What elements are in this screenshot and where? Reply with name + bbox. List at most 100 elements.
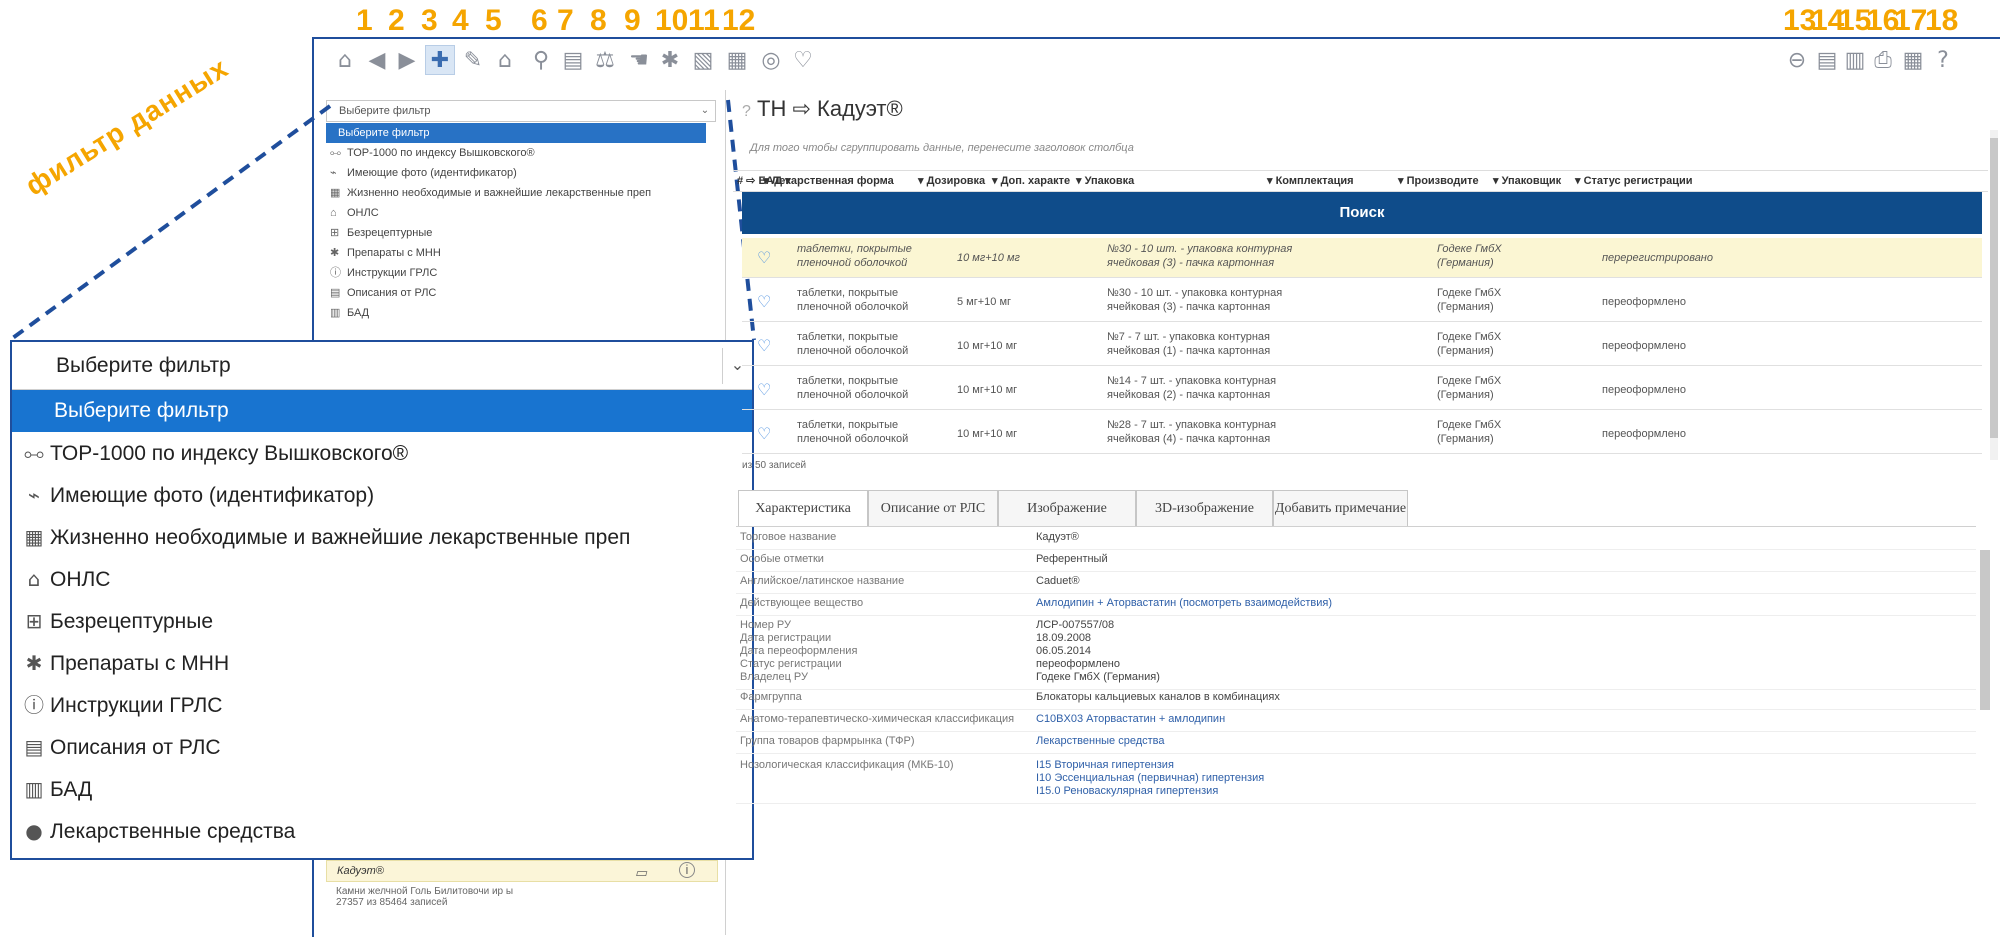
minus-circle-icon[interactable]: ⊖ xyxy=(1782,45,1812,75)
search-tool-icon[interactable]: ⚲ xyxy=(526,45,556,75)
filter-option[interactable]: ▥ БАД xyxy=(12,768,752,810)
table-row[interactable]: ♡ таблетки, покрытые пленочной оболочкой 5 … xyxy=(742,282,1982,322)
heart-icon[interactable]: ♡ xyxy=(788,45,818,75)
column-header[interactable]: ▾ Упаковка xyxy=(1076,174,1134,187)
detail-key: Нозологическая классификация (МКБ-10) xyxy=(740,759,954,772)
detail-value[interactable]: Лекарственные средства xyxy=(1036,735,1165,748)
pills-icon[interactable]: ✚ xyxy=(425,45,455,75)
disc-icon[interactable]: ◎ xyxy=(756,45,786,75)
breadcrumb-section[interactable]: ТН xyxy=(757,96,786,121)
detail-value[interactable]: I15 Вторичная гипертензия I10 Эссенциальн… xyxy=(1036,759,1264,798)
heart-icon[interactable]: ♡ xyxy=(757,292,771,311)
filter-option[interactable]: ⊞ Безрецептурные xyxy=(326,223,706,243)
print-icon[interactable]: ⎙ xyxy=(1868,45,1898,75)
cell-text: переоформлено xyxy=(1602,428,1687,440)
cell-text: 10 мг+10 мг xyxy=(957,428,1018,440)
column-header[interactable]: ▾ Производите xyxy=(1398,174,1479,187)
help-icon[interactable]: ? xyxy=(1928,45,1958,75)
filter-option-label: Имеющие фото (идентификатор) xyxy=(50,484,375,507)
filter-option[interactable]: ▥ БАД xyxy=(326,303,706,323)
tab-4[interactable]: Добавить примечание xyxy=(1273,490,1408,526)
back-icon[interactable]: ◀ xyxy=(362,45,392,75)
forward-icon[interactable]: ▶ xyxy=(392,45,422,75)
search-row[interactable]: Поиск xyxy=(742,192,1982,234)
detail-key: Английское/латинское название xyxy=(740,575,904,588)
detail-value-text: I15 Вторичная гипертензия xyxy=(1036,759,1174,771)
table-cell: Годеке ГмбХ (Германия) xyxy=(1437,330,1501,358)
filter-option[interactable]: ▤ Описания от РЛС xyxy=(12,726,752,768)
filter-option[interactable]: ⌁ Имеющие фото (идентификатор) xyxy=(12,474,752,516)
filter-option-label: Имеющие фото (идентификатор) xyxy=(347,167,517,179)
detail-key: Особые отметки xyxy=(740,553,824,566)
tab-3[interactable]: 3D-изображение xyxy=(1136,490,1273,526)
column-header[interactable]: ▾ Доп. характе xyxy=(992,174,1070,187)
tab-0[interactable]: Характеристика xyxy=(738,490,868,526)
report-icon[interactable]: ▤ xyxy=(1812,45,1842,75)
report-edit-icon[interactable]: ▥ xyxy=(1840,45,1870,75)
column-header[interactable]: ▾ Статус регистрации xyxy=(1575,174,1693,187)
detail-key-text: Дата регистрации xyxy=(740,632,832,644)
vertical-scrollbar[interactable] xyxy=(1990,130,1998,460)
filter-option-icon: ⊞ xyxy=(25,609,43,633)
filter-select[interactable]: Выберите фильтр ⌄ xyxy=(326,100,716,122)
detail-value[interactable]: Амлодипин + Аторвастатин (посмотреть вза… xyxy=(1036,597,1332,610)
chat-icon[interactable]: ✎ xyxy=(458,45,488,75)
cell-text: Годеке ГмбХ xyxy=(1437,419,1502,431)
filter-option[interactable]: ⧟ ТОР-1000 по индексу Вышковского® xyxy=(326,143,706,163)
filter-option-label: ТОР-1000 по индексу Вышковского® xyxy=(347,147,535,159)
filter-option[interactable]: ● Лекарственные средства xyxy=(12,810,752,852)
table-row[interactable]: ♡ таблетки, покрытые пленочной оболочкой 10… xyxy=(742,414,1982,454)
filter-option[interactable]: ⓘ Инструкции ГРЛС xyxy=(12,684,752,726)
filter-option[interactable]: ⓘ Инструкции ГРЛС xyxy=(326,263,706,283)
column-header[interactable]: ▾ Лекарственная форма xyxy=(763,174,894,187)
scales-icon[interactable]: ⚖ xyxy=(590,45,620,75)
filter-option[interactable]: ⧟ ТОР-1000 по индексу Вышковского® xyxy=(12,432,752,474)
filter-option[interactable]: ⌂ ОНЛС xyxy=(12,558,752,600)
filter-option[interactable]: ▤ Описания от РЛС xyxy=(326,283,706,303)
filter-option[interactable]: Выберите фильтр xyxy=(12,390,752,432)
detail-value[interactable]: C10BX03 Аторвастатин + амлодипин xyxy=(1036,713,1225,726)
heart-icon[interactable]: ♡ xyxy=(757,424,771,443)
scrollbar-thumb[interactable] xyxy=(1980,550,1990,710)
filter-option[interactable]: ⊞ Безрецептурные xyxy=(12,600,752,642)
detail-key-text: Анатомо-терапевтическо-химическая класси… xyxy=(740,713,1015,725)
filter-option[interactable]: ⌂ ОНЛС xyxy=(326,203,706,223)
tab-2[interactable]: Изображение xyxy=(998,490,1136,526)
filter-option[interactable]: ⌁ Имеющие фото (идентификатор) xyxy=(326,163,706,183)
table-row[interactable]: ♡ таблетки, покрытые пленочной оболочкой 10… xyxy=(742,370,1982,410)
pharmacy-icon[interactable]: ⌂ xyxy=(490,45,520,75)
table-cell: таблетки, покрытые пленочной оболочкой xyxy=(797,330,908,358)
heart-icon[interactable]: ♡ xyxy=(757,336,771,355)
cash-register-icon[interactable]: ▦ xyxy=(722,45,752,75)
filter-option[interactable]: Выберите фильтр xyxy=(326,123,706,143)
filter-option[interactable]: ✱ Препараты с МНН xyxy=(326,243,706,263)
filter-option[interactable]: ▦ Жизненно необходимые и важнейшие лекарс… xyxy=(326,183,706,203)
info-icon[interactable]: i xyxy=(679,862,695,878)
filter-option-label: ОНЛС xyxy=(50,568,111,591)
filter-select-large[interactable]: Выберите фильтр ⌄ xyxy=(12,342,752,390)
heart-icon[interactable]: ♡ xyxy=(757,248,771,267)
detail-scrollbar[interactable] xyxy=(1980,530,1990,760)
column-header[interactable]: ▾ Комплектация xyxy=(1267,174,1354,187)
help-icon[interactable]: ? xyxy=(742,103,751,120)
barcode-icon[interactable]: ▤ xyxy=(558,45,588,75)
chevron-down-icon[interactable]: ⌄ xyxy=(697,103,713,119)
filter-option[interactable]: ▦ Жизненно необходимые и важнейшие лекарс… xyxy=(12,516,752,558)
document-icon[interactable]: ▧ xyxy=(688,45,718,75)
column-header[interactable]: ▾ Дозировка xyxy=(918,174,985,187)
table-row[interactable]: ♡ таблетки, покрытые пленочной оболочкой 10… xyxy=(742,238,1982,278)
hand-icon[interactable]: ☚ xyxy=(624,45,654,75)
table-row[interactable]: ♡ таблетки, покрытые пленочной оболочкой 10… xyxy=(742,326,1982,366)
heart-icon[interactable]: ♡ xyxy=(757,380,771,399)
network-icon[interactable]: ✱ xyxy=(655,45,685,75)
calculator-icon[interactable]: ▦ xyxy=(1898,45,1928,75)
home-icon[interactable]: ⌂ xyxy=(330,45,360,75)
scrollbar-thumb[interactable] xyxy=(1990,138,1998,438)
list-item[interactable]: Кадуэт® ▭ i xyxy=(326,860,718,882)
filter-option[interactable]: ✱ Препараты с МНН xyxy=(12,642,752,684)
tab-1[interactable]: Описание от РЛС xyxy=(868,490,998,526)
detail-value-text: Caduet® xyxy=(1036,575,1080,587)
document-icon[interactable]: ▭ xyxy=(635,863,647,883)
table-cell: Годеке ГмбХ (Германия) xyxy=(1437,286,1501,314)
column-header[interactable]: ▾ Упаковщик xyxy=(1493,174,1561,187)
